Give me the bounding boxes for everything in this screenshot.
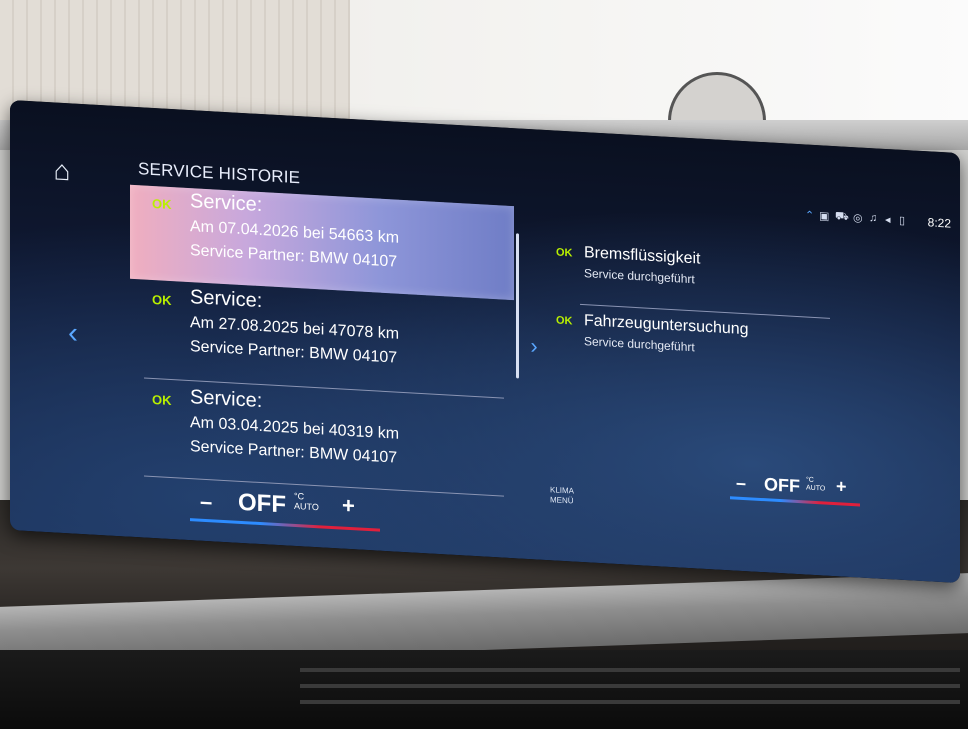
ok-status-badge: OK	[152, 291, 172, 309]
temp-hot-indicator	[820, 501, 860, 507]
ok-status-badge: OK	[556, 246, 573, 260]
list-item-title: Service:	[190, 190, 263, 217]
chevron-left-icon[interactable]: ‹	[58, 315, 88, 353]
temp-value: OFF	[764, 474, 800, 497]
auto-label: AUTO	[294, 500, 319, 513]
temp-value: OFF	[238, 488, 286, 519]
ok-status-badge: OK	[152, 195, 172, 213]
temp-plus-button[interactable]: +	[836, 476, 847, 498]
phone-icon: ▯	[899, 214, 906, 228]
driver-assist-icon: ◎	[853, 212, 863, 225]
temp-unit: °C	[806, 476, 814, 484]
list-item[interactable]: OK Service: Am 07.04.2026 bei 54663 km S…	[130, 184, 514, 301]
auto-label: AUTO	[806, 484, 826, 493]
home-icon[interactable]: ⌂	[42, 152, 82, 190]
list-item-title: Service:	[190, 386, 263, 413]
klima-menu-line2: MENÜ	[550, 495, 574, 506]
temp-cold-indicator	[730, 496, 780, 503]
volume-icon: ◂	[885, 213, 891, 227]
temp-minus-button[interactable]: –	[736, 473, 746, 495]
vent-slat	[300, 684, 960, 688]
klima-menu-button[interactable]: KLIMA MENÜ	[550, 485, 574, 506]
chevron-right-icon[interactable]: ›	[524, 331, 544, 362]
ok-status-badge: OK	[556, 314, 573, 328]
temp-minus-button[interactable]: –	[200, 489, 212, 516]
infotainment-screen: ⌂ ‹ SERVICE HISTORIE OK Service: Am 07.0…	[10, 100, 960, 584]
service-history-list: SERVICE HISTORIE OK Service: Am 07.04.20…	[130, 155, 526, 507]
car-icon: ⛟	[835, 210, 849, 223]
list-item-title: Service:	[190, 286, 263, 313]
temp-plus-button[interactable]: +	[342, 493, 355, 520]
scrollbar[interactable]	[516, 233, 519, 379]
air-vent	[0, 650, 968, 729]
ok-status-badge: OK	[152, 391, 172, 409]
list-item-partner: Service Partner: BMW 04107	[190, 438, 398, 467]
clock: 8:22	[927, 215, 951, 231]
arrow-up-icon: ⌃	[805, 209, 815, 222]
vent-slat	[300, 668, 960, 672]
list-item-partner: Service Partner: BMW 04107	[190, 338, 398, 367]
list-item[interactable]: OK Service: Am 27.08.2025 bei 47078 km S…	[130, 281, 514, 396]
vent-slat	[300, 700, 960, 704]
temp-gradient-indicator	[780, 499, 820, 505]
music-icon: ♫	[869, 212, 878, 225]
badge-icon: ▣	[819, 210, 830, 223]
list-item-partner: Service Partner: BMW 04107	[190, 242, 398, 271]
page-title: SERVICE HISTORIE	[138, 159, 301, 188]
